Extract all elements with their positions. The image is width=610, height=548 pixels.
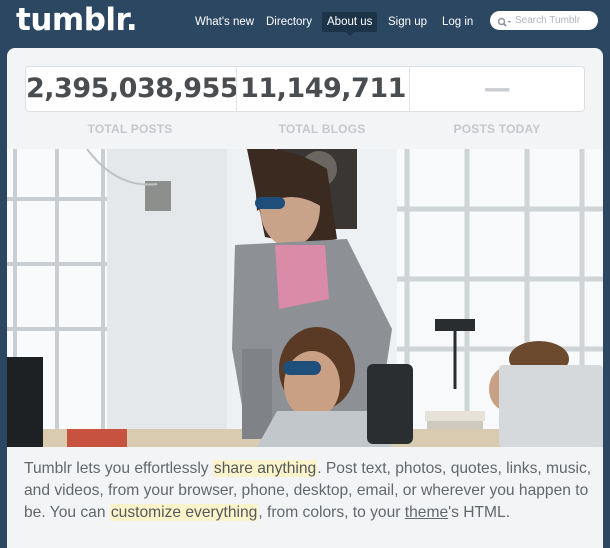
- theme-link[interactable]: theme: [405, 504, 448, 521]
- stat-total-posts-value: 2,395,038,955: [26, 73, 239, 104]
- highlight-customize-everything: customize everything: [109, 504, 259, 521]
- stats-box: 2,395,038,955 11,149,711 —: [25, 66, 585, 112]
- description-part: 's HTML.: [448, 504, 511, 521]
- office-photo: [7, 149, 603, 447]
- search-icon[interactable]: [497, 15, 512, 27]
- description-part: , from colors, to your: [258, 504, 405, 521]
- description-text: Tumblr lets you effortlessly share anyth…: [24, 458, 594, 524]
- top-bar: tumblr. What's new Directory About us Si…: [0, 0, 610, 44]
- description-part: Tumblr lets you effortlessly: [24, 460, 213, 477]
- stat-total-blogs-value: 11,149,711: [240, 73, 406, 104]
- nav-whats-new[interactable]: What's new: [190, 12, 259, 32]
- stat-posts-today-label: POSTS TODAY: [453, 122, 541, 136]
- nav-log-in[interactable]: Log in: [437, 12, 478, 32]
- stat-posts-today-value: —: [483, 73, 511, 104]
- highlight-share-anything: share anything: [212, 460, 318, 477]
- stat-total-posts-label: TOTAL POSTS: [87, 122, 173, 136]
- about-panel: 2,395,038,955 11,149,711 — TOTAL POSTS T…: [7, 48, 603, 548]
- search-box[interactable]: [490, 11, 598, 30]
- nav-about-us[interactable]: About us: [322, 12, 378, 36]
- nav-directory[interactable]: Directory: [261, 12, 317, 32]
- nav-sign-up[interactable]: Sign up: [383, 12, 432, 32]
- stat-total-blogs-label: TOTAL BLOGS: [278, 122, 366, 136]
- search-input[interactable]: [515, 15, 595, 26]
- tumblr-logo[interactable]: tumblr.: [16, 2, 138, 38]
